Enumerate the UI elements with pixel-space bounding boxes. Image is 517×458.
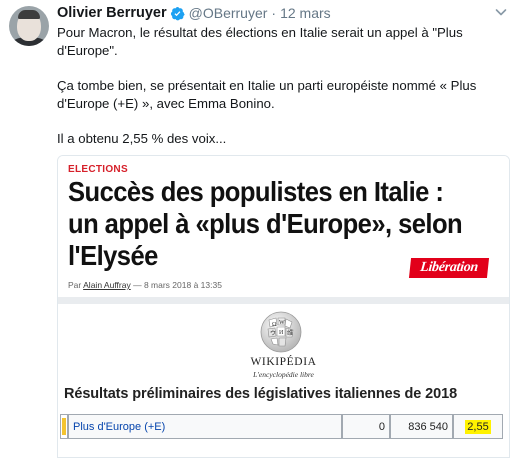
seats-cell: 0 [342,414,390,439]
svg-text:И: И [279,330,284,336]
wikipedia-wordmark: WIKIPÉDIA [250,356,317,368]
author-handle[interactable]: @OBerruyer [189,5,268,21]
tweet-media-image[interactable]: ELECTIONS Succès des populistes en Itali… [57,155,510,458]
results-row: Plus d'Europe (+E) 0 836 540 2,55 [60,414,507,439]
liberation-logo: Libération [408,258,490,278]
avatar-hair [18,10,40,19]
tweet-text: Pour Macron, le résultat des élections e… [57,24,507,165]
chevron-down-icon[interactable] [495,6,507,18]
svg-text:W: W [279,320,285,326]
votes-cell: 836 540 [390,414,453,439]
svg-text:Ω: Ω [272,322,277,328]
byline-prefix: Par [68,280,82,290]
header-separator: · [271,5,277,21]
verified-icon [170,6,185,20]
tweet-date[interactable]: 12 mars [280,5,331,21]
percent-highlight: 2,55 [465,419,491,434]
wikipedia-tagline: L'encyclopédie libre [253,370,314,379]
byline-date: — 8 mars 2018 à 13:35 [133,280,222,290]
article-kicker: ELECTIONS [68,164,128,175]
wikipedia-screenshot: Ω W И ウ 维 WIKIPÉDIA L'encyclopédie libre… [58,304,509,457]
byline-author: Alain Auffray [83,280,131,290]
article-byline: Par Alain Auffray — 8 mars 2018 à 13:35 [68,280,222,290]
tweet-paragraph: Ça tombe bien, se présentait en Italie u… [57,78,477,111]
percent-cell: 2,55 [453,414,503,439]
tweet: Olivier Berruyer @OBerruyer · 12 mars Po… [0,0,517,458]
results-title: Résultats préliminaires des législatives… [64,386,458,402]
author-name[interactable]: Olivier Berruyer [57,5,167,21]
liberation-article-screenshot: ELECTIONS Succès des populistes en Itali… [58,156,509,296]
tweet-paragraph: Pour Macron, le résultat des élections e… [57,25,463,58]
svg-text:维: 维 [287,329,293,337]
svg-text:ウ: ウ [270,329,276,337]
party-name-cell: Plus d'Europe (+E) [68,414,342,439]
tweet-paragraph: Il a obtenu 2,55 % des voix... [57,131,227,146]
tweet-header: Olivier Berruyer @OBerruyer · 12 mars [57,4,331,22]
avatar[interactable] [9,6,49,46]
wikipedia-globe-icon: Ω W И ウ 维 [260,311,302,353]
image-divider [58,297,509,304]
party-color-swatch [60,414,68,439]
